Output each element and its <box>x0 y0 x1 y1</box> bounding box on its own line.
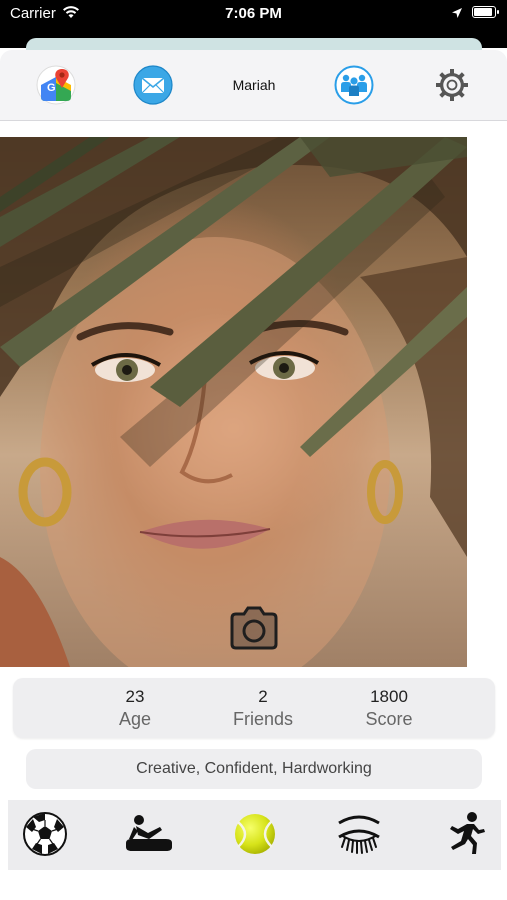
stat-value: 1800 <box>370 687 408 706</box>
stats-card: 23 Age 2 Friends 1800 Score <box>13 678 495 738</box>
stat-score: 1800 Score <box>334 686 444 730</box>
bottom-toolbar <box>8 800 501 870</box>
mail-icon[interactable] <box>133 65 173 105</box>
traits-label: Creative, Confident, Hardworking <box>26 749 482 789</box>
people-icon[interactable] <box>334 65 374 105</box>
profile-photo-illustration <box>0 137 467 667</box>
stat-label: Friends <box>232 709 294 729</box>
eyelash-icon[interactable] <box>333 809 383 859</box>
clock: 7:06 PM <box>225 5 282 22</box>
stat-friends: 2 Friends <box>208 686 318 730</box>
stat-label: Score <box>365 709 413 729</box>
profile-name-title: Mariah <box>232 77 276 93</box>
tennis-ball-icon[interactable] <box>230 809 280 859</box>
running-icon[interactable] <box>440 809 490 859</box>
stat-age: 23 Age <box>80 686 190 730</box>
battery-icon <box>472 6 499 18</box>
relax-icon[interactable] <box>122 809 172 859</box>
stat-value: 23 <box>125 687 145 706</box>
stat-label: Age <box>118 709 152 729</box>
stat-value: 2 <box>258 687 268 706</box>
location-arrow-icon <box>451 6 463 24</box>
svg-text:G: G <box>47 82 56 94</box>
maps-icon[interactable]: G <box>36 65 76 105</box>
gear-icon[interactable] <box>432 65 472 105</box>
soccer-ball-icon[interactable] <box>20 809 70 859</box>
top-nav-bar: G Mariah <box>0 50 507 121</box>
camera-icon[interactable] <box>228 606 280 650</box>
profile-photo[interactable] <box>0 137 467 667</box>
